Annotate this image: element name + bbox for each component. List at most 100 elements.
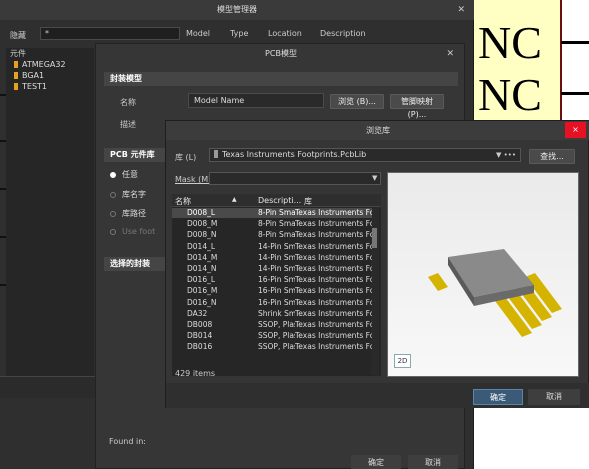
cell-name: DB014 <box>187 331 213 341</box>
wire <box>0 284 6 286</box>
column-description[interactable]: Description <box>320 29 366 38</box>
cell-name: D016_L <box>187 275 216 285</box>
table-row[interactable]: D014_L 14-Pin Sm Texas Instruments Foo <box>172 242 372 252</box>
footprint-list-header: 名称 ▲ Descripti... 库 <box>172 194 381 207</box>
table-row[interactable]: D016_N 16-Pin Sm Texas Instruments Foo <box>172 298 372 308</box>
scrollbar-thumb[interactable] <box>372 228 377 248</box>
pcb-model-title: PCB模型 <box>265 49 297 58</box>
component-icon <box>14 61 18 68</box>
column-location[interactable]: Location <box>268 29 302 38</box>
ok-button[interactable]: 确定 <box>351 455 401 469</box>
name-label: 名称 <box>120 98 136 107</box>
cell-desc: 8-Pin Smal <box>258 208 295 217</box>
table-row[interactable]: D014_N 14-Pin Sm Texas Instruments Foo <box>172 264 372 274</box>
radio-use-footprint[interactable]: Use foot <box>110 227 155 236</box>
model-manager-footer <box>0 376 100 398</box>
library-dropdown[interactable]: Texas Instruments Footprints.PcbLib ▼ ••… <box>209 148 521 162</box>
table-row[interactable]: DA32 Shrink Sm Texas Instruments Foo <box>172 309 372 319</box>
item-count: 429 items <box>175 369 216 378</box>
pin-map-button[interactable]: 管脚映射 (P)... <box>390 94 444 119</box>
library-label: 库 (L) <box>175 153 197 162</box>
cell-name: D008_L <box>187 208 216 217</box>
footprint-3d-preview[interactable] <box>387 172 579 377</box>
radio-library-path[interactable]: 库路径 <box>110 208 146 219</box>
cell-name: DB016 <box>187 342 213 352</box>
radio-icon <box>110 229 116 235</box>
section-footprint-model: 封装模型 <box>104 72 458 86</box>
list-item[interactable]: BGA1 <box>14 71 44 80</box>
list-item[interactable]: TEST1 <box>14 82 47 91</box>
table-row[interactable]: D014_M 14-Pin Sm Texas Instruments Foo <box>172 253 372 263</box>
cell-lib: Texas Instruments Foo <box>295 331 372 341</box>
cell-lib: Texas Instruments Foo <box>295 286 372 296</box>
cell-name: D014_L <box>187 241 216 251</box>
component-icon <box>14 72 18 79</box>
radio-selected-icon <box>110 172 116 178</box>
view-2d-button[interactable]: 2D <box>394 354 411 368</box>
model-manager-title: 模型管理器 <box>0 0 474 20</box>
column-name[interactable]: 名称 <box>175 196 191 207</box>
close-icon[interactable]: ✕ <box>446 44 454 64</box>
table-row[interactable]: D008_L 8-Pin Smal Texas Instruments Foo <box>172 208 372 218</box>
cell-lib: Texas Instruments Foo <box>295 252 372 262</box>
table-row[interactable]: DB016 SSOP, Plas Texas Instruments Foo <box>172 342 372 352</box>
browse-button[interactable]: 浏览 (B)... <box>330 94 384 109</box>
cell-lib: Texas Instruments Foo <box>295 241 372 251</box>
column-model[interactable]: Model <box>186 29 210 38</box>
chevron-down-icon: ▼ ••• <box>496 151 516 159</box>
browse-library-title: 浏览库 <box>166 121 589 140</box>
pin-line-1 <box>561 41 589 44</box>
list-item[interactable]: ATMEGA32 <box>14 60 66 69</box>
cell-desc: 16-Pin Sm <box>258 275 295 285</box>
cell-name: D008_M <box>187 219 218 229</box>
column-type[interactable]: Type <box>230 29 248 38</box>
table-row[interactable]: D008_N 8-Pin Smal Texas Instruments Foo <box>172 230 372 240</box>
cell-lib: Texas Instruments Foo <box>295 219 372 229</box>
cell-lib: Texas Instruments Foo <box>295 297 372 307</box>
cell-name: D014_N <box>187 264 217 273</box>
filter-label: 隐藏 <box>10 31 26 40</box>
cell-name: DA32 <box>187 308 208 318</box>
table-row[interactable]: D008_M 8-Pin Smal Texas Instruments Foo <box>172 219 372 229</box>
chevron-down-icon[interactable]: ▼ <box>372 174 377 182</box>
cell-lib: Texas Instruments Foo <box>295 230 372 240</box>
cell-name: D016_N <box>187 297 217 307</box>
close-icon[interactable]: ✕ <box>457 0 465 20</box>
cell-lib: Texas Instruments Foo <box>295 342 372 352</box>
cell-desc: 14-Pin Sm <box>258 241 295 251</box>
description-label: 描述 <box>120 120 136 129</box>
cell-desc: Shrink Sm <box>258 308 295 318</box>
cell-lib: Texas Instruments Foo <box>295 308 372 318</box>
radio-any[interactable]: 任意 <box>110 169 138 180</box>
cell-desc: 8-Pin Smal <box>258 230 295 240</box>
cell-name: D014_M <box>187 252 218 262</box>
cell-name: D016_M <box>187 286 218 296</box>
wire <box>0 236 6 238</box>
table-row[interactable]: DB014 SSOP, Plas Texas Instruments Foo <box>172 331 372 341</box>
table-row[interactable]: D016_M 16-Pin Sm Texas Instruments Foo <box>172 286 372 296</box>
mask-input[interactable] <box>209 172 381 185</box>
column-description[interactable]: Descripti... <box>258 196 301 205</box>
wire <box>0 188 6 190</box>
cancel-button[interactable]: 取消 <box>408 455 458 469</box>
cell-desc: 14-Pin Sm <box>258 252 295 262</box>
section-pcb-library: PCB 元件库 <box>104 148 166 162</box>
cell-lib: Texas Instruments Foo <box>295 264 372 273</box>
find-button[interactable]: 查找... <box>529 149 575 164</box>
pin-line-2 <box>561 92 589 95</box>
radio-library-name[interactable]: 库名字 <box>110 189 146 200</box>
cell-desc: SSOP, Plas <box>258 342 295 352</box>
close-icon[interactable]: × <box>565 122 586 138</box>
column-library[interactable]: 库 <box>304 196 312 207</box>
model-name-field[interactable]: Model Name <box>188 93 324 108</box>
cell-lib: Texas Instruments Foo <box>295 275 372 285</box>
table-row[interactable]: D016_L 16-Pin Sm Texas Instruments Foo <box>172 275 372 285</box>
soic-package-3d-icon <box>428 249 562 337</box>
sort-icon: ▲ <box>232 196 237 203</box>
cancel-button[interactable]: 取消 <box>528 389 580 405</box>
ok-button[interactable]: 确定 <box>473 389 523 405</box>
filter-input[interactable]: * <box>40 27 180 40</box>
radio-icon <box>110 211 116 217</box>
table-row[interactable]: DB008 SSOP, Plas Texas Instruments Foo <box>172 320 372 330</box>
browse-library-dialog: 浏览库 × 库 (L) Texas Instruments Footprints… <box>165 120 589 408</box>
